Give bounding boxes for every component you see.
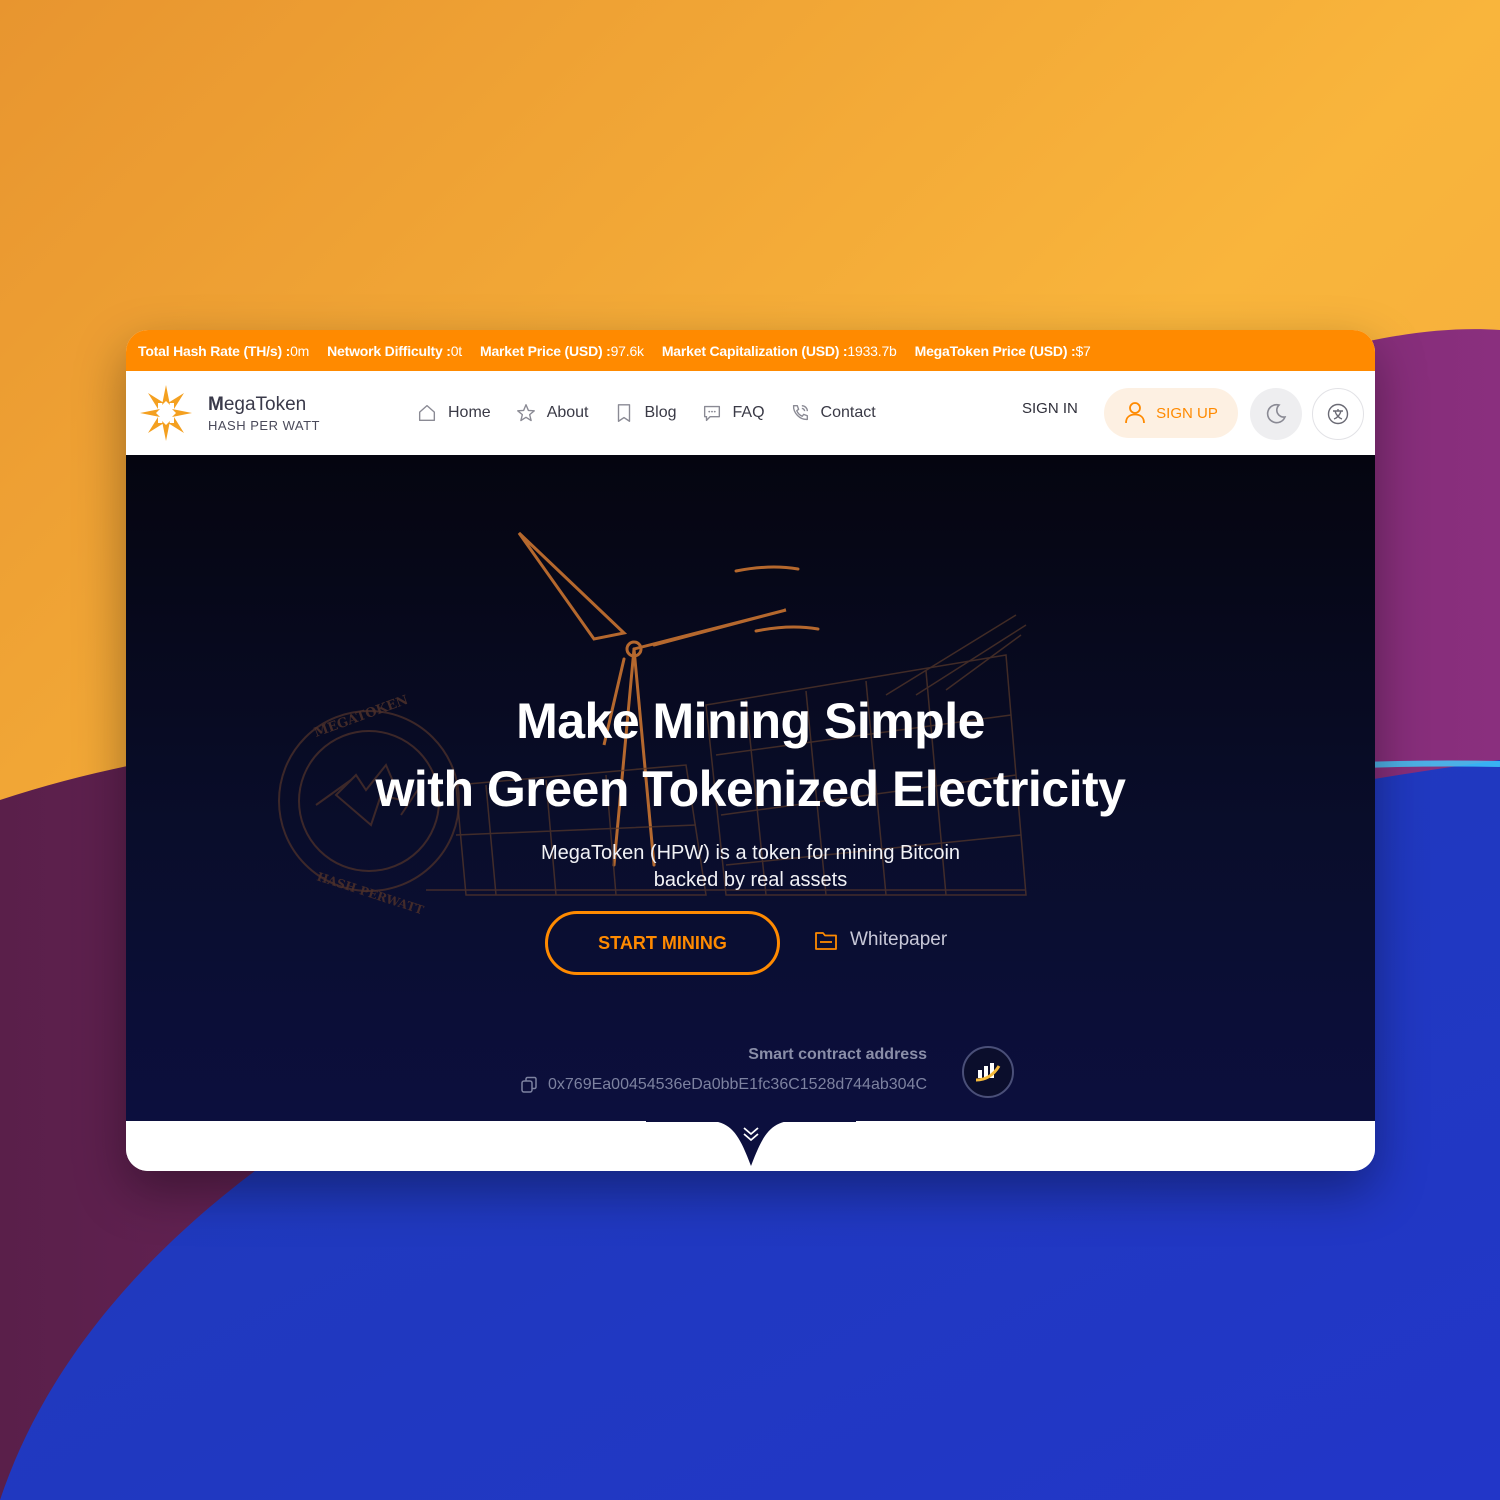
brand-logo-link[interactable]: MegaToken HASH PER WATT [138,383,320,443]
whitepaper-link[interactable]: Whitepaper [814,929,947,951]
explorer-logo-icon [975,1063,1001,1082]
nav-blog-label: Blog [644,404,677,421]
translate-icon [1327,403,1349,425]
nav-home-label: Home [448,404,491,421]
contract-address-label: Smart contract address [748,1046,927,1063]
nav-home[interactable]: Home [416,402,491,424]
nav-faq[interactable]: FAQ [701,402,765,424]
folder-icon [815,932,837,950]
headline-line-1: Make Mining Simple [516,693,985,749]
subheadline-line-1: MegaToken (HPW) is a token for mining Bi… [540,842,961,864]
ticker-market-price: Market Price (USD) :97.6k [480,342,644,359]
nav-about[interactable]: About [515,402,589,424]
start-mining-button[interactable]: START MINING [545,911,780,975]
ticker-hash-rate: Total Hash Rate (TH/s) :0m [138,342,310,359]
home-icon [418,404,436,422]
star-icon [516,404,535,422]
contract-address-value: 0x769Ea00454536eDa0bbE1fc36C1528d744ab30… [548,1076,927,1093]
brand-subtitle: HASH PER WATT [208,417,320,433]
nav-contact[interactable]: Contact [789,402,876,424]
whitepaper-label: Whitepaper [850,929,948,950]
contract-address-copy[interactable]: 0x769Ea00454536eDa0bbE1fc36C1528d744ab30… [476,1076,927,1094]
nav-faq-label: FAQ [732,404,765,421]
main-menu: Home About Blog FAQ Contact [416,371,876,455]
hero-headline: Make Mining Simple with Green Tokenized … [126,687,1375,823]
nav-blog[interactable]: Blog [613,402,677,424]
phone-icon [792,404,808,421]
hero-subheadline: MegaToken (HPW) is a token for mining Bi… [126,840,1375,894]
market-ticker: Total Hash Rate (TH/s) :0m Network Diffi… [126,330,1375,371]
nav-contact-label: Contact [820,404,876,421]
brand-name: MegaToken [208,393,307,415]
subheadline-line-2: backed by real assets [653,869,848,891]
top-navigation: MegaToken HASH PER WATT Home About Blog … [126,371,1375,455]
copy-icon [521,1076,537,1093]
browser-window: Total Hash Rate (TH/s) :0m Network Diffi… [126,330,1375,1171]
hero-section: MEGATOKEN HASH PERWATT Make Mining Simpl… [126,455,1375,1121]
megatoken-logo-icon [140,385,192,441]
scroll-down-notch[interactable] [646,1120,856,1170]
user-icon [1125,402,1146,424]
ticker-network-difficulty: Network Difficulty :0t [327,342,462,359]
sign-up-button[interactable]: SIGN UP [1104,388,1238,438]
ticker-token-price: MegaToken Price (USD) : $7 [914,342,1091,359]
moon-icon [1266,403,1287,424]
sign-in-link[interactable]: SIGN IN [1022,400,1078,417]
ticker-market-cap: Market Capitalization (USD) :1933.7b [661,342,897,359]
theme-toggle-button[interactable] [1250,388,1302,440]
headline-line-2: with Green Tokenized Electricity [375,761,1126,817]
language-button[interactable] [1312,388,1364,440]
sign-up-label: SIGN UP [1156,404,1218,422]
blockchain-explorer-icon[interactable] [962,1046,1014,1098]
nav-about-label: About [546,404,589,421]
chat-bubble-icon [703,405,720,422]
bookmark-icon [617,404,630,422]
